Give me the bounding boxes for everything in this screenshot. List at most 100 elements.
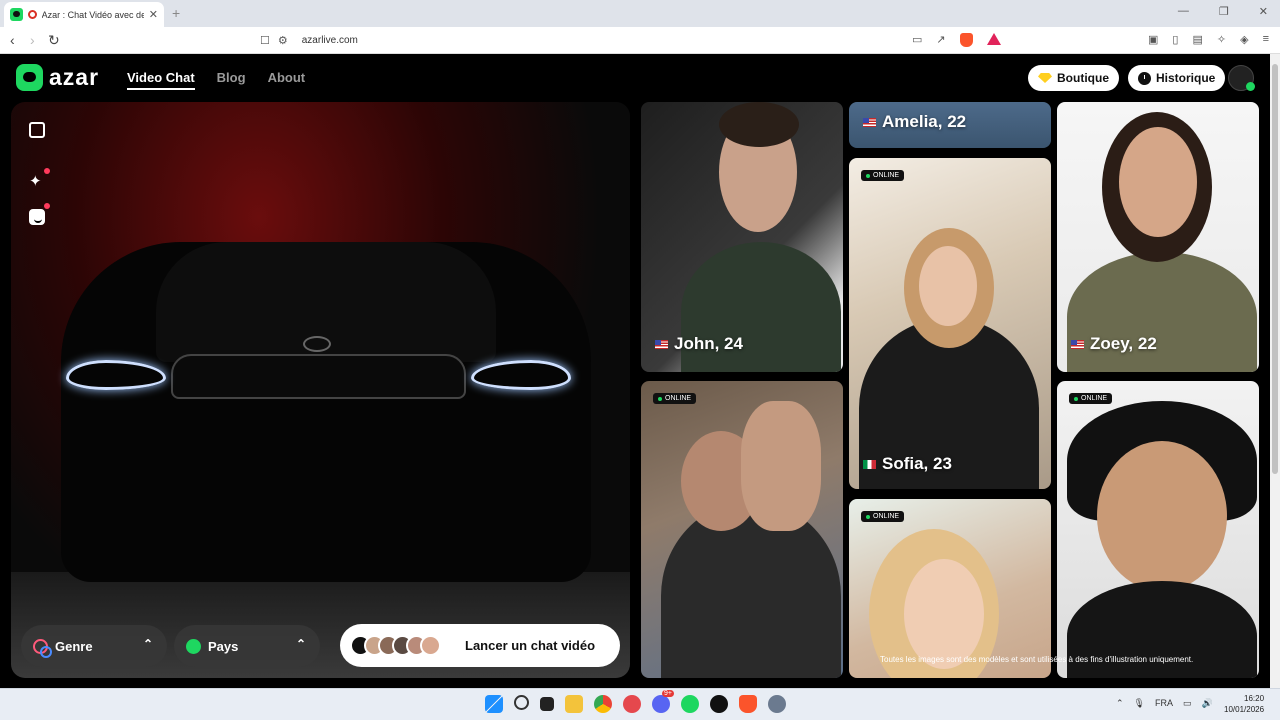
profile-name-text: Zoey, 22 [1090,334,1157,353]
nav-video-chat[interactable]: Video Chat [127,70,195,90]
back-arrow-icon[interactable]: ‹ [10,32,15,48]
filter-notification-dot [44,203,50,209]
tab-title: Azar : Chat Vidéo avec de no [41,9,144,20]
close-tab-icon[interactable]: ✕ [149,8,158,21]
globe-icon [186,638,201,654]
maximize-button[interactable]: ❐ [1219,5,1229,18]
profile-card-john[interactable]: John, 24 [641,102,843,372]
image-disclaimer: Toutes les images sont des modèles et so… [880,655,1194,664]
scroll-thumb[interactable] [1272,64,1278,474]
online-badge: ONLINE [861,511,905,522]
settings-gear-icon[interactable] [768,695,786,713]
profile-card-blonde[interactable]: ONLINE [849,499,1051,678]
tray-chevron-up-icon[interactable]: ⌃ [1116,698,1124,709]
file-explorer-icon[interactable] [565,695,583,713]
person-shape [741,401,821,531]
brave-rewards-icon[interactable] [986,33,1001,45]
profile-card-zoey[interactable]: Zoey, 22 [1057,102,1259,372]
window-close-button[interactable]: ✕ [1259,5,1268,18]
car-grille-shape [171,354,466,399]
spotify-icon[interactable] [681,695,699,713]
taskbar-clock[interactable]: 16:20 10/01/2026 [1224,693,1264,715]
task-view-icon[interactable] [540,697,554,711]
menu-icon[interactable]: ≡ [1263,33,1269,46]
clock-time: 16:20 [1244,694,1265,703]
leo-ai-icon[interactable]: ✧ [1217,33,1226,46]
azar-logo-icon [16,64,43,91]
profile-card-man[interactable]: ONLINE [641,381,843,678]
wallet-icon[interactable]: ▤ [1192,33,1202,46]
minimize-button[interactable]: — [1178,5,1189,18]
azar-logo[interactable]: azar [16,64,99,91]
vpn-icon[interactable]: ◈ [1240,33,1248,46]
microphone-icon[interactable]: 🎙 [1134,698,1145,709]
person-shape [1097,441,1227,591]
system-tray: ⌃ 🎙 FRA ▭ 🔊 [1116,698,1213,709]
sidebar-icon[interactable]: ▯ [1172,33,1178,46]
browser-tab[interactable]: Azar : Chat Vidéo avec de no ✕ [4,2,164,27]
online-status-icon [1246,82,1255,91]
avatar-stack [350,635,441,656]
discord-icon[interactable]: 9+ [652,690,674,713]
language-indicator[interactable]: FRA [1155,698,1173,709]
avatar[interactable] [1228,65,1255,91]
brave-icon[interactable] [739,695,757,713]
volume-icon[interactable]: 🔊 [1202,698,1213,709]
gender-label: Genre [55,638,93,654]
us-flag-icon [1071,339,1084,349]
clock-icon [1138,71,1151,85]
reload-icon[interactable]: ↻ [48,32,60,49]
gender-filter[interactable]: Genre ⌃ [21,625,167,667]
profile-name-text: Amelia, 22 [882,112,967,131]
search-icon[interactable] [514,695,529,710]
main-nav: Video Chat Blog About [127,70,305,90]
shop-button[interactable]: Boutique [1028,65,1119,91]
start-label: Lancer un chat vidéo [465,638,596,653]
url-field[interactable]: ☐ ⚙ azarlive.com [250,30,1000,51]
toolbar-icons: ▣ ▯ ▤ ✧ ◈ ≡ [1148,33,1269,46]
page-scrollbar[interactable] [1270,54,1280,688]
app-icon[interactable] [710,695,728,713]
share-icon[interactable]: ↗ [936,33,945,47]
avatar [420,635,441,656]
chrome-icon[interactable] [594,695,612,713]
history-label: Historique [1156,71,1216,85]
nav-blog[interactable]: Blog [217,70,246,90]
brave-shields-icon[interactable] [959,33,973,47]
person-shape [661,501,841,678]
person-shape [919,246,977,326]
profile-card-sofia[interactable]: ONLINE Sofia, 23 [849,158,1051,489]
app-icon[interactable] [623,695,641,713]
url-actions: ▭ ↗ [912,33,1001,47]
start-video-chat-button[interactable]: Lancer un chat vidéo [340,624,620,667]
notification-badge: 9+ [662,690,674,697]
cast-icon[interactable]: ▭ [912,33,922,47]
country-filter[interactable]: Pays ⌃ [174,625,320,667]
extensions-icon[interactable]: ▣ [1148,33,1158,46]
profile-name: Sofia, 23 [863,454,952,474]
recording-icon [27,10,37,19]
online-badge: ONLINE [861,170,905,181]
forward-arrow-icon[interactable]: › [30,32,35,48]
new-tab-button[interactable]: + [172,5,180,21]
windows-taskbar: 9+ ⌃ 🎙 FRA ▭ 🔊 16:20 10/01/2026 [0,688,1280,720]
shop-label: Boutique [1057,71,1109,85]
profile-card-eating[interactable]: ONLINE [1057,381,1259,678]
person-shape [1119,127,1197,237]
expand-icon[interactable] [29,122,45,138]
profile-card-amelia[interactable]: Amelia, 22 [849,102,1051,148]
profile-name-text: John, 24 [674,334,743,353]
effects-sparkle-icon[interactable]: ✦ [29,174,45,190]
history-button[interactable]: Historique [1128,65,1226,91]
browser-tab-bar: Azar : Chat Vidéo avec de no ✕ + — ❐ ✕ [0,0,1280,27]
azar-page: azar Video Chat Blog About Boutique Hist… [0,54,1270,688]
site-info-icon[interactable]: ⚙ [278,34,288,47]
bookmark-icon[interactable]: ☐ [260,34,270,47]
start-windows-icon[interactable] [485,695,503,713]
profile-name-text: Sofia, 23 [882,454,952,473]
nav-about[interactable]: About [268,70,306,90]
taskbar-apps: 9+ [485,690,786,713]
face-filter-icon[interactable] [29,209,45,225]
network-icon[interactable]: ▭ [1183,698,1192,709]
person-shape [1067,252,1257,372]
